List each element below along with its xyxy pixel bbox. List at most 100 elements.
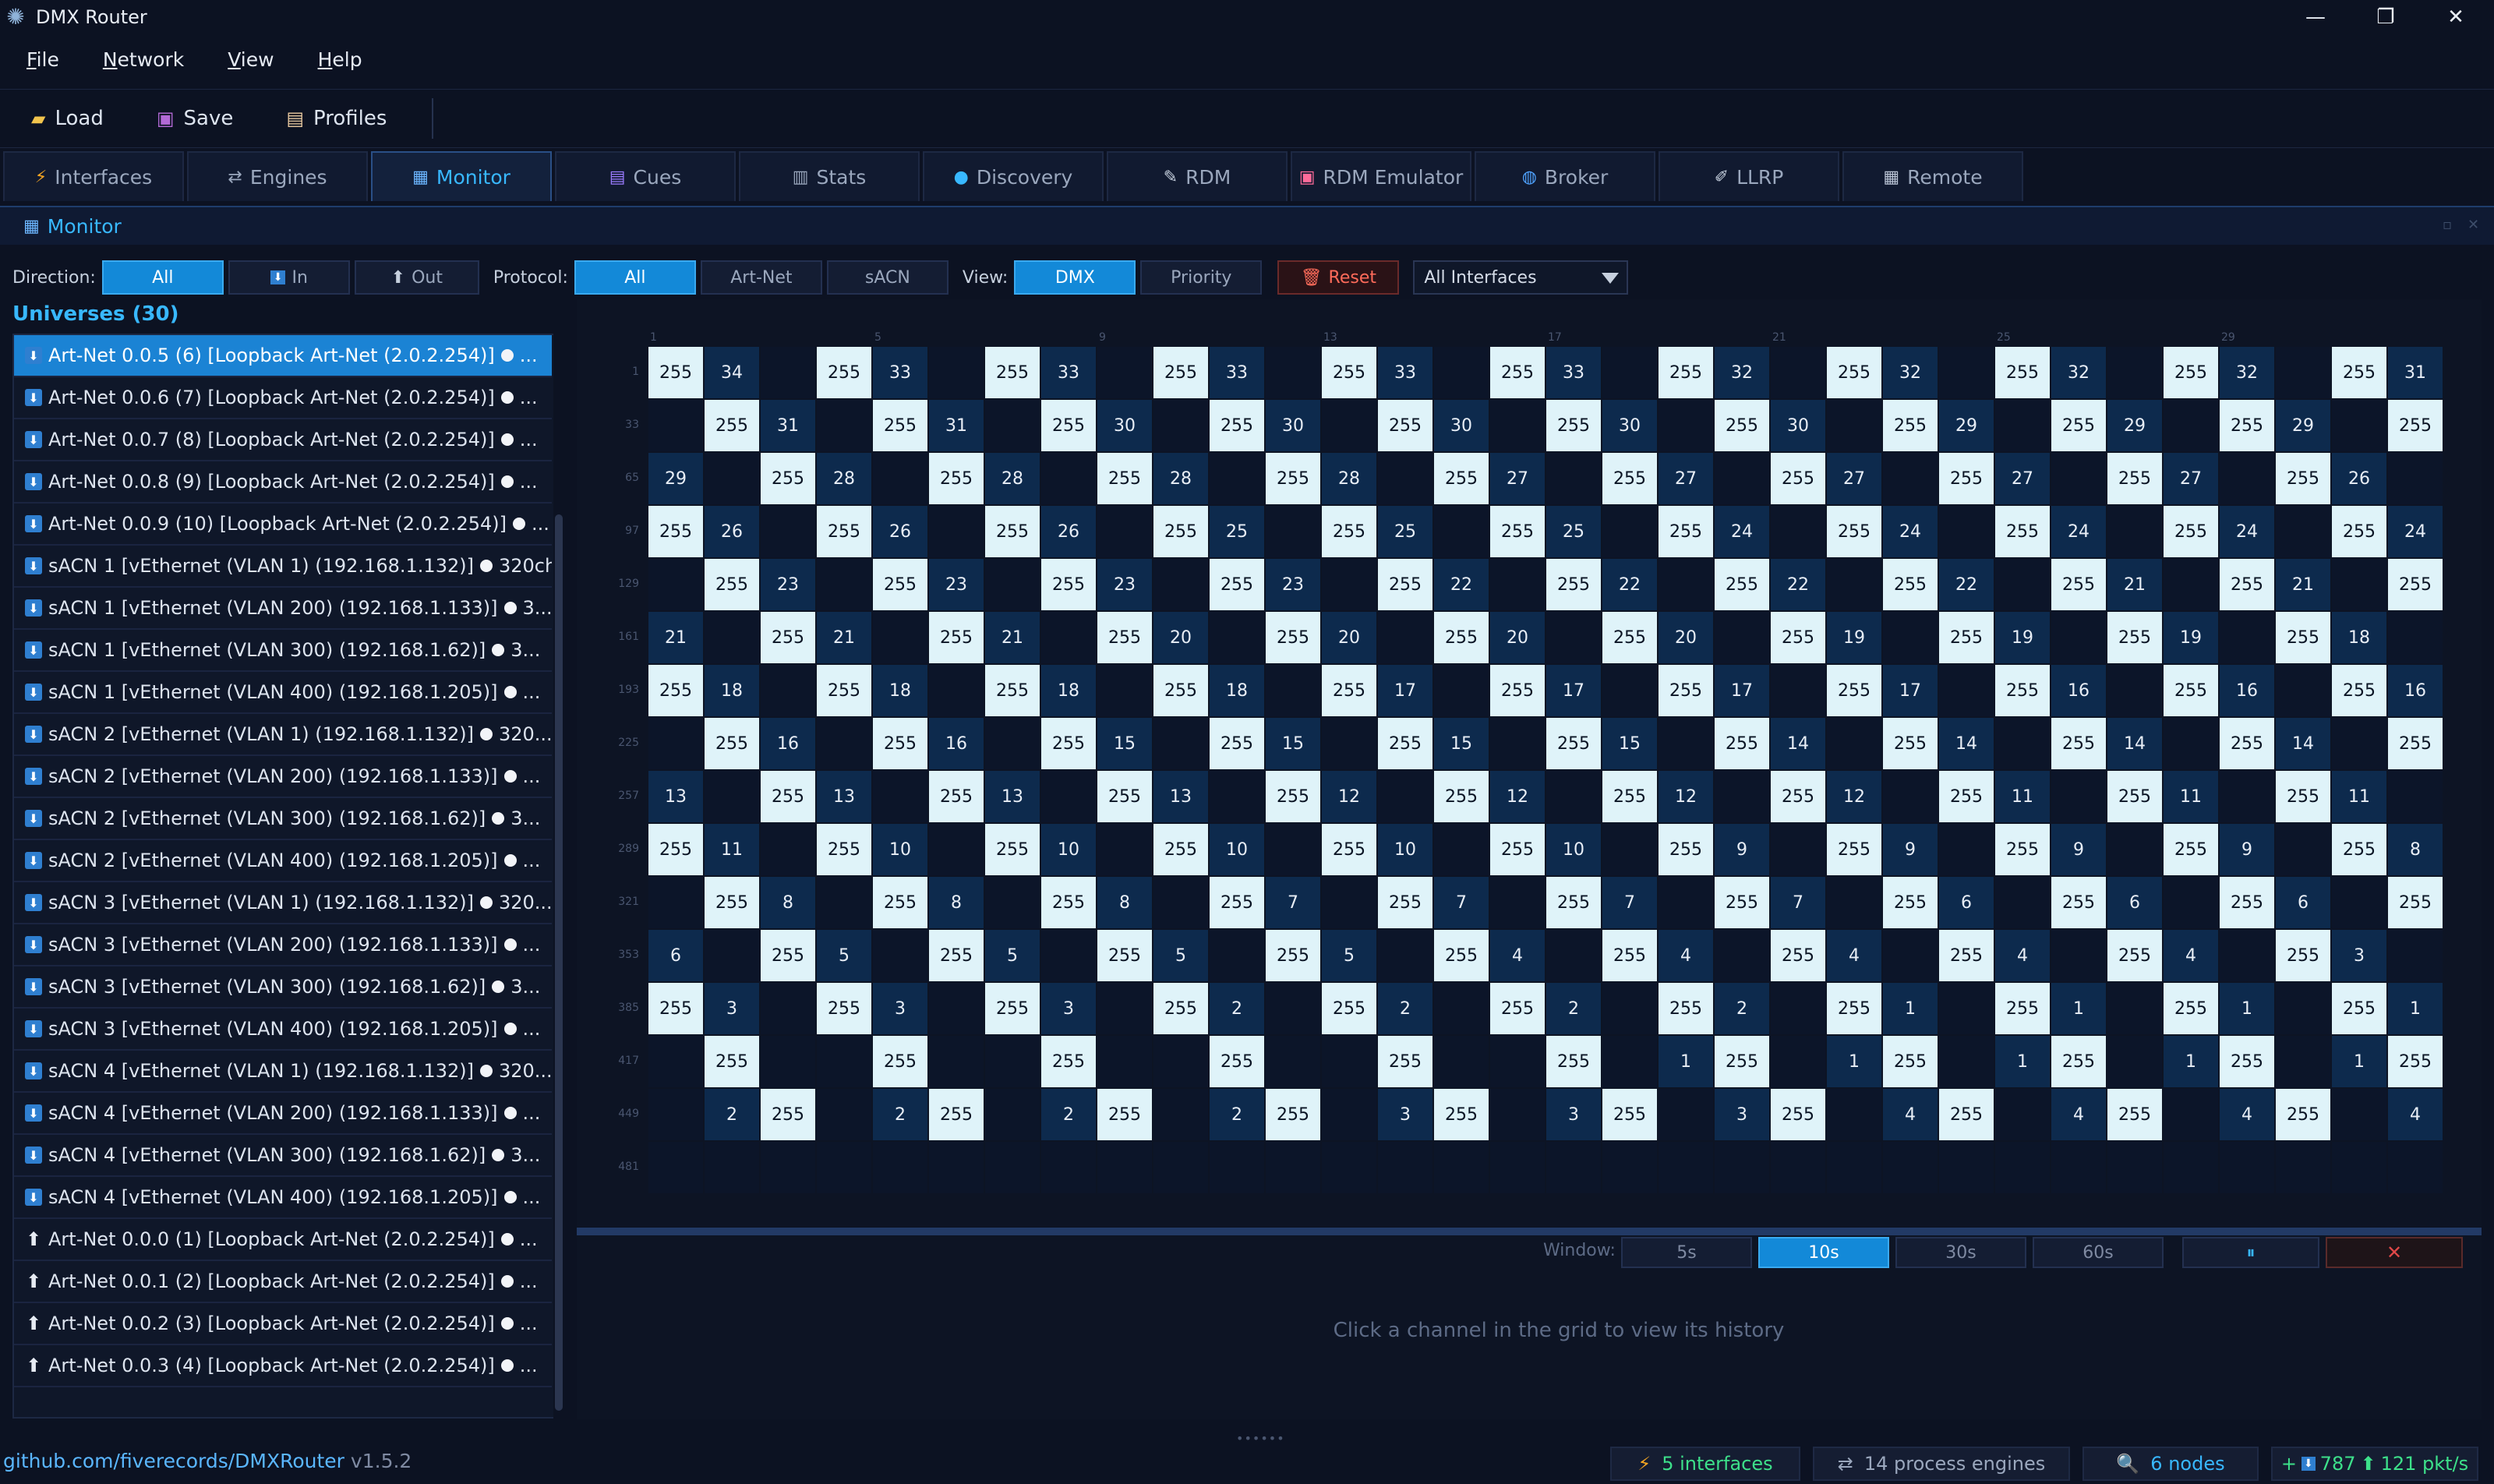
- channel-cell[interactable]: [648, 877, 703, 928]
- channel-cell[interactable]: 7: [1602, 877, 1657, 928]
- channel-cell[interactable]: 255: [1041, 559, 1096, 610]
- channel-cell[interactable]: 5: [817, 930, 871, 981]
- channel-cell[interactable]: [2107, 347, 2162, 398]
- channel-cell[interactable]: [1097, 347, 1152, 398]
- channel-cell[interactable]: 20: [1490, 612, 1545, 663]
- channel-cell[interactable]: 11: [1995, 771, 2050, 822]
- channel-cell[interactable]: 21: [985, 612, 1040, 663]
- interface-select[interactable]: All Interfaces: [1413, 260, 1629, 295]
- channel-cell[interactable]: 5: [985, 930, 1040, 981]
- channel-cell[interactable]: 14: [1939, 718, 1994, 769]
- engines-status[interactable]: ⇄ 14 process engines: [1813, 1447, 2070, 1481]
- channel-cell[interactable]: 255: [929, 930, 984, 981]
- channel-cell[interactable]: 255: [2107, 612, 2162, 663]
- universe-item[interactable]: ⬇ sACN 1 [vEthernet (VLAN 1) (192.168.1.1…: [14, 546, 552, 588]
- channel-cell[interactable]: 255: [2332, 506, 2386, 557]
- channel-cell[interactable]: 10: [1210, 824, 1264, 875]
- channel-cell[interactable]: 28: [1153, 453, 1208, 504]
- channel-cell[interactable]: 18: [1210, 665, 1264, 716]
- channel-cell[interactable]: 19: [1995, 612, 2050, 663]
- channel-cell[interactable]: 15: [1266, 718, 1320, 769]
- channel-cell[interactable]: [1266, 506, 1320, 557]
- tab-stats[interactable]: ▥ Stats: [739, 151, 920, 201]
- channel-cell[interactable]: 4: [1659, 930, 1713, 981]
- channel-cell[interactable]: 25: [1210, 506, 1264, 557]
- channel-cell[interactable]: 255: [1715, 559, 1769, 610]
- channel-cell[interactable]: [1378, 771, 1432, 822]
- channel-cell[interactable]: 1: [1883, 983, 1938, 1034]
- channel-cell[interactable]: 14: [2107, 718, 2162, 769]
- channel-cell[interactable]: [1602, 506, 1657, 557]
- channel-cell[interactable]: 255: [929, 453, 984, 504]
- channel-cell[interactable]: 4: [1827, 930, 1881, 981]
- channel-cell[interactable]: 255: [1883, 400, 1938, 451]
- channel-cell[interactable]: 255: [705, 559, 759, 610]
- channel-cell[interactable]: 255: [1378, 1036, 1432, 1087]
- channel-cell[interactable]: [2276, 824, 2330, 875]
- channel-cell[interactable]: [1266, 983, 1320, 1034]
- channel-cell[interactable]: [1490, 559, 1545, 610]
- channel-cell[interactable]: 27: [1827, 453, 1881, 504]
- channel-cell[interactable]: [1771, 665, 1825, 716]
- channel-cell[interactable]: 255: [1266, 453, 1320, 504]
- channel-cell[interactable]: 7: [1771, 877, 1825, 928]
- channel-cell[interactable]: 13: [648, 771, 703, 822]
- channel-cell[interactable]: 255: [1434, 1089, 1489, 1140]
- channel-cell[interactable]: [2107, 665, 2162, 716]
- channel-cell[interactable]: [2388, 1142, 2443, 1193]
- channel-cell[interactable]: 18: [2332, 612, 2386, 663]
- channel-cell[interactable]: 255: [1378, 718, 1432, 769]
- channel-cell[interactable]: 5: [1322, 930, 1376, 981]
- channel-cell[interactable]: [1041, 453, 1096, 504]
- universe-item[interactable]: ⬇ sACN 3 [vEthernet (VLAN 200) (192.168.1…: [14, 924, 552, 966]
- channel-cell[interactable]: 255: [1210, 718, 1264, 769]
- universe-item[interactable]: ⬇ sACN 1 [vEthernet (VLAN 400) (192.168.1…: [14, 672, 552, 714]
- channel-cell[interactable]: 3: [2332, 930, 2386, 981]
- channel-cell[interactable]: 255: [2107, 930, 2162, 981]
- channel-cell[interactable]: 32: [2220, 347, 2274, 398]
- channel-cell[interactable]: [705, 930, 759, 981]
- channel-cell[interactable]: 255: [761, 453, 815, 504]
- channel-cell[interactable]: 255: [2164, 347, 2218, 398]
- channel-cell[interactable]: [985, 1142, 1040, 1193]
- channel-cell[interactable]: [985, 400, 1040, 451]
- channel-cell[interactable]: 255: [1715, 718, 1769, 769]
- channel-cell[interactable]: [2220, 453, 2274, 504]
- channel-cell[interactable]: 255: [1041, 877, 1096, 928]
- channel-cell[interactable]: 255: [648, 983, 703, 1034]
- channel-cell[interactable]: 2: [1210, 983, 1264, 1034]
- channel-cell[interactable]: 255: [1939, 771, 1994, 822]
- tab-monitor[interactable]: ▦ Monitor: [371, 151, 552, 201]
- channel-cell[interactable]: [1659, 400, 1713, 451]
- channel-cell[interactable]: 255: [1097, 453, 1152, 504]
- channel-cell[interactable]: 1: [2332, 1036, 2386, 1087]
- channel-cell[interactable]: [1322, 1036, 1376, 1087]
- channel-cell[interactable]: [1995, 718, 2050, 769]
- channel-cell[interactable]: 24: [2220, 506, 2274, 557]
- channel-cell[interactable]: 255: [2276, 453, 2330, 504]
- universe-item[interactable]: ⬇ sACN 2 [vEthernet (VLAN 400) (192.168.1…: [14, 840, 552, 882]
- channel-cell[interactable]: [1939, 347, 1994, 398]
- channel-cell[interactable]: 255: [1883, 559, 1938, 610]
- channel-cell[interactable]: 7: [1434, 877, 1489, 928]
- channel-cell[interactable]: 255: [1434, 771, 1489, 822]
- channel-cell[interactable]: 22: [1771, 559, 1825, 610]
- channel-cell[interactable]: [2164, 877, 2218, 928]
- channel-cell[interactable]: 24: [1883, 506, 1938, 557]
- channel-cell[interactable]: [2051, 1142, 2106, 1193]
- channel-cell[interactable]: 255: [1153, 824, 1208, 875]
- channel-cell[interactable]: [1210, 771, 1264, 822]
- channel-cell[interactable]: 255: [761, 771, 815, 822]
- channel-cell[interactable]: 255: [1434, 930, 1489, 981]
- direction-all-button[interactable]: All: [101, 260, 224, 295]
- universe-item[interactable]: ⬇ sACN 3 [vEthernet (VLAN 1) (192.168.1.1…: [14, 882, 552, 924]
- channel-cell[interactable]: 255: [2051, 559, 2106, 610]
- menu-help[interactable]: Help: [318, 48, 362, 71]
- channel-cell[interactable]: [1378, 453, 1432, 504]
- channel-cell[interactable]: 17: [1715, 665, 1769, 716]
- channel-cell[interactable]: 255: [1041, 1036, 1096, 1087]
- universe-item[interactable]: ⬇ sACN 4 [vEthernet (VLAN 400) (192.168.1…: [14, 1177, 552, 1219]
- channel-cell[interactable]: 255: [1322, 824, 1376, 875]
- channel-cell[interactable]: 24: [2051, 506, 2106, 557]
- profiles-button[interactable]: ▤ Profiles: [286, 107, 387, 130]
